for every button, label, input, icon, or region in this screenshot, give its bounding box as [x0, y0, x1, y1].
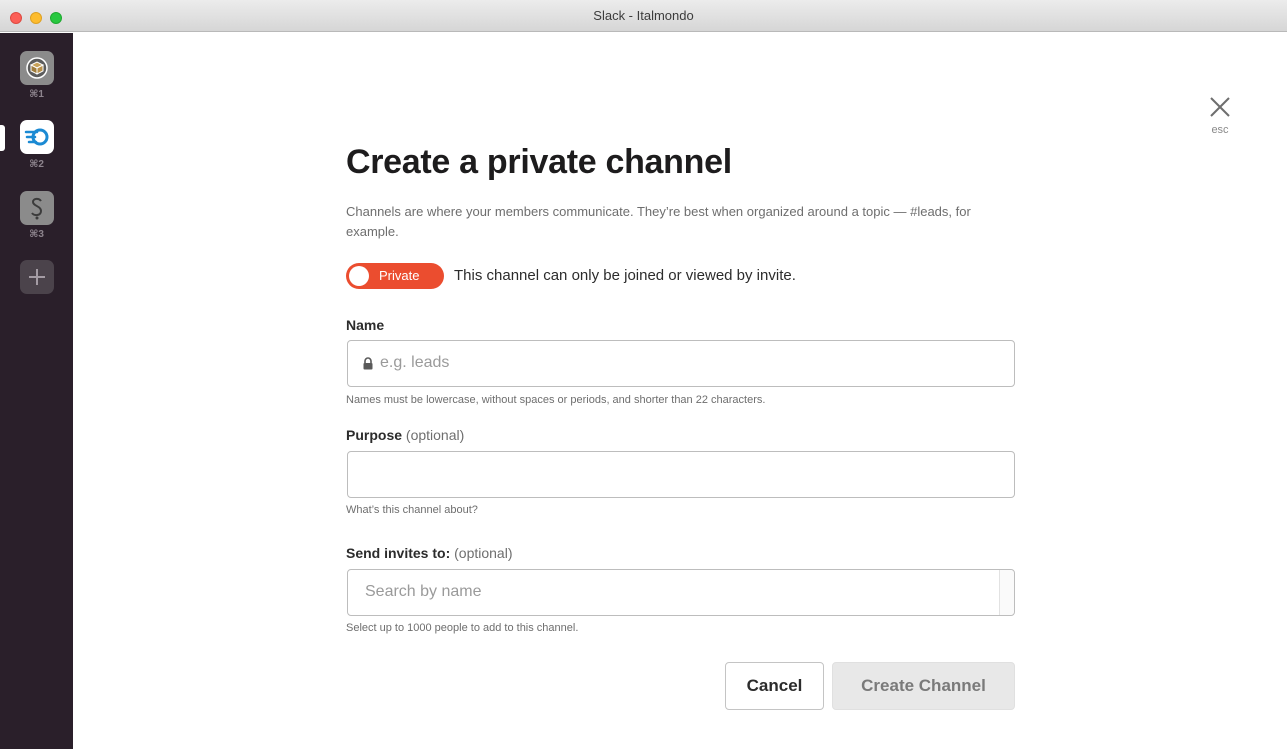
team-sidebar: ⌘1 ⌘2 ⌘3 [0, 33, 73, 749]
purpose-hint: What’s this channel about? [346, 504, 478, 516]
create-channel-button[interactable]: Create Channel [832, 662, 1015, 710]
invite-search-placeholder: Search by name [365, 583, 482, 600]
purpose-label: Purpose (optional) [346, 427, 464, 443]
team-switcher-2[interactable] [20, 120, 54, 154]
box-icon [26, 57, 48, 79]
team-switcher-3[interactable] [20, 191, 54, 225]
team-3-shortcut: ⌘3 [29, 229, 44, 240]
page-title: Create a private channel [346, 143, 732, 181]
team-switcher-1[interactable] [20, 51, 54, 85]
close-icon [1210, 97, 1230, 117]
team-1-shortcut: ⌘1 [29, 89, 44, 100]
invite-hint: Select up to 1000 people to add to this … [346, 622, 579, 634]
purpose-label-text: Purpose [346, 427, 403, 443]
window-title: Slack - Italmondo [593, 8, 694, 23]
s-letter-icon [31, 197, 43, 220]
toggle-label: Private [379, 268, 420, 283]
invite-search-input[interactable]: Search by name [347, 569, 1015, 616]
team-2-shortcut: ⌘2 [29, 159, 44, 170]
privacy-description: This channel can only be joined or viewe… [454, 267, 796, 284]
italmondo-logo-icon [24, 128, 49, 146]
invite-label-text: Send invites to: [346, 545, 451, 561]
add-team-button[interactable] [20, 260, 54, 294]
invite-scrollbar[interactable] [999, 570, 1014, 615]
name-label: Name [346, 317, 385, 333]
purpose-optional-tag: (optional) [405, 427, 465, 443]
purpose-input[interactable] [347, 451, 1015, 498]
private-toggle[interactable]: Private [346, 263, 444, 289]
channel-name-input[interactable]: e.g. leads [347, 340, 1015, 387]
esc-hint: esc [1211, 124, 1229, 136]
invite-label: Send invites to: (optional) [346, 545, 513, 561]
active-team-indicator [0, 125, 5, 151]
name-hint: Names must be lowercase, without spaces … [346, 394, 766, 406]
invite-optional-tag: (optional) [454, 545, 513, 561]
lock-icon [363, 357, 373, 370]
channel-name-placeholder: e.g. leads [380, 354, 450, 371]
window-titlebar: Slack - Italmondo [0, 0, 1287, 32]
toggle-knob [349, 266, 369, 286]
cancel-button[interactable]: Cancel [725, 662, 824, 710]
plus-icon [29, 269, 45, 285]
channel-description-text: Channels are where your members communic… [346, 204, 971, 239]
close-modal-button[interactable] [1208, 95, 1232, 119]
